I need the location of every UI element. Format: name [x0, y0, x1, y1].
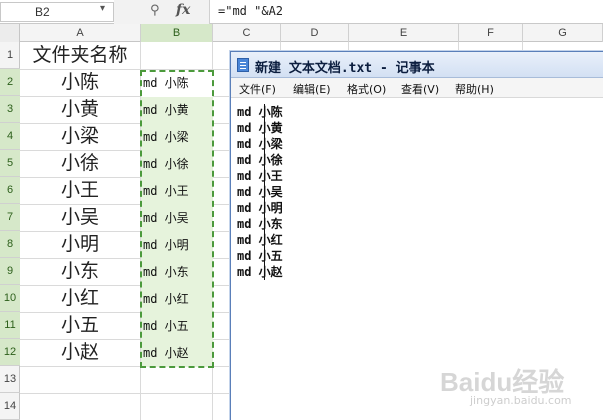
notepad-title-bar[interactable]: 新建 文本文档.txt - 记事本	[231, 52, 603, 78]
column-header-f[interactable]: F	[459, 24, 523, 42]
cell-a7[interactable]: 小吴	[20, 204, 140, 231]
menu-view[interactable]: 查看(V)	[401, 81, 439, 97]
notepad-menu-bar: 文件(F) 编辑(E) 格式(O) 查看(V) 帮助(H)	[231, 78, 603, 98]
cell-b10[interactable]: md 小红	[141, 286, 213, 313]
cell-b3[interactable]: md 小黄	[141, 97, 213, 124]
notepad-line: md 小梁	[237, 137, 283, 151]
notepad-line: md 小吴	[237, 185, 283, 199]
cell-b4[interactable]: md 小梁	[141, 124, 213, 151]
column-header-e[interactable]: E	[349, 24, 459, 42]
notepad-icon	[237, 58, 249, 72]
row-header-11[interactable]: 11	[0, 312, 20, 339]
row-header-10[interactable]: 10	[0, 285, 20, 312]
notepad-line: md 小黄	[237, 121, 283, 135]
cell-b11[interactable]: md 小五	[141, 313, 213, 340]
cell-b8[interactable]: md 小明	[141, 232, 213, 259]
cell-b7[interactable]: md 小吴	[141, 205, 213, 232]
row-header-9[interactable]: 9	[0, 258, 20, 285]
menu-file[interactable]: 文件(F)	[239, 81, 276, 97]
row-header-12[interactable]: 12	[0, 339, 20, 366]
cell-b6[interactable]: md 小王	[141, 178, 213, 205]
cell-b2[interactable]: md 小陈	[141, 70, 213, 97]
row-header-5[interactable]: 5	[0, 150, 20, 177]
notepad-line: md 小明	[237, 201, 283, 215]
menu-edit[interactable]: 编辑(E)	[293, 81, 331, 97]
row-header-8[interactable]: 8	[0, 231, 20, 258]
text-selection-caret	[264, 104, 265, 280]
cell-a10[interactable]: 小红	[20, 285, 140, 312]
notepad-line: md 小东	[237, 217, 283, 231]
notepad-line: md 小王	[237, 169, 283, 183]
cell-a11[interactable]: 小五	[20, 312, 140, 339]
column-header-a[interactable]: A	[20, 24, 141, 42]
row-header-1[interactable]: 1	[0, 42, 20, 69]
row-header-2[interactable]: 2	[0, 69, 20, 96]
notepad-line: md 小陈	[237, 105, 283, 119]
notepad-line: md 小徐	[237, 153, 283, 167]
notepad-line: md 小赵	[237, 265, 283, 279]
select-all-corner[interactable]	[0, 24, 20, 42]
cell-b5[interactable]: md 小徐	[141, 151, 213, 178]
column-header-c[interactable]: C	[213, 24, 281, 42]
zoom-icon[interactable]: ⚲	[150, 3, 160, 18]
cell-a6[interactable]: 小王	[20, 177, 140, 204]
notepad-line: md 小红	[237, 233, 283, 247]
row-header-14[interactable]: 14	[0, 393, 20, 420]
cell-a12[interactable]: 小赵	[20, 339, 140, 366]
column-header-b[interactable]: B	[141, 24, 213, 42]
baidu-watermark-url: jingyan.baidu.com	[470, 394, 572, 407]
formula-input[interactable]: ="md "&A2	[218, 4, 283, 18]
column-header-row: A B C D E F G	[0, 24, 603, 42]
column-header-d[interactable]: D	[281, 24, 349, 42]
menu-format[interactable]: 格式(O)	[347, 81, 386, 97]
cell-b12[interactable]: md 小赵	[141, 340, 213, 367]
name-box-dropdown-icon[interactable]: ▾	[100, 3, 105, 14]
row-header-4[interactable]: 4	[0, 123, 20, 150]
row-header-13[interactable]: 13	[0, 366, 20, 393]
cell-a2[interactable]: 小陈	[20, 69, 140, 96]
notepad-title: 新建 文本文档.txt - 记事本	[255, 61, 435, 76]
column-header-g[interactable]: G	[523, 24, 603, 42]
cell-b9[interactable]: md 小东	[141, 259, 213, 286]
notepad-line: md 小五	[237, 249, 283, 263]
fx-icon[interactable]: fx	[176, 2, 190, 18]
name-box[interactable]: B2	[0, 2, 114, 22]
cell-a3[interactable]: 小黄	[20, 96, 140, 123]
menu-help[interactable]: 帮助(H)	[455, 81, 494, 97]
cell-a4[interactable]: 小梁	[20, 123, 140, 150]
formula-tools	[114, 0, 210, 24]
row-header-7[interactable]: 7	[0, 204, 20, 231]
cell-a5[interactable]: 小徐	[20, 150, 140, 177]
formula-bar: B2 ▾ ⚲ fx ="md "&A2	[0, 0, 603, 24]
cell-a9[interactable]: 小东	[20, 258, 140, 285]
row-header-6[interactable]: 6	[0, 177, 20, 204]
row-header-column: 1 2 3 4 5 6 7 8 9 10 11 12 13 14	[0, 42, 20, 420]
notepad-text-area[interactable]: md 小陈 md 小黄 md 小梁 md 小徐 md 小王 md 小吴 md 小…	[237, 104, 597, 280]
cell-a1[interactable]: 文件夹名称	[20, 42, 140, 69]
cell-a8[interactable]: 小明	[20, 231, 140, 258]
row-header-3[interactable]: 3	[0, 96, 20, 123]
